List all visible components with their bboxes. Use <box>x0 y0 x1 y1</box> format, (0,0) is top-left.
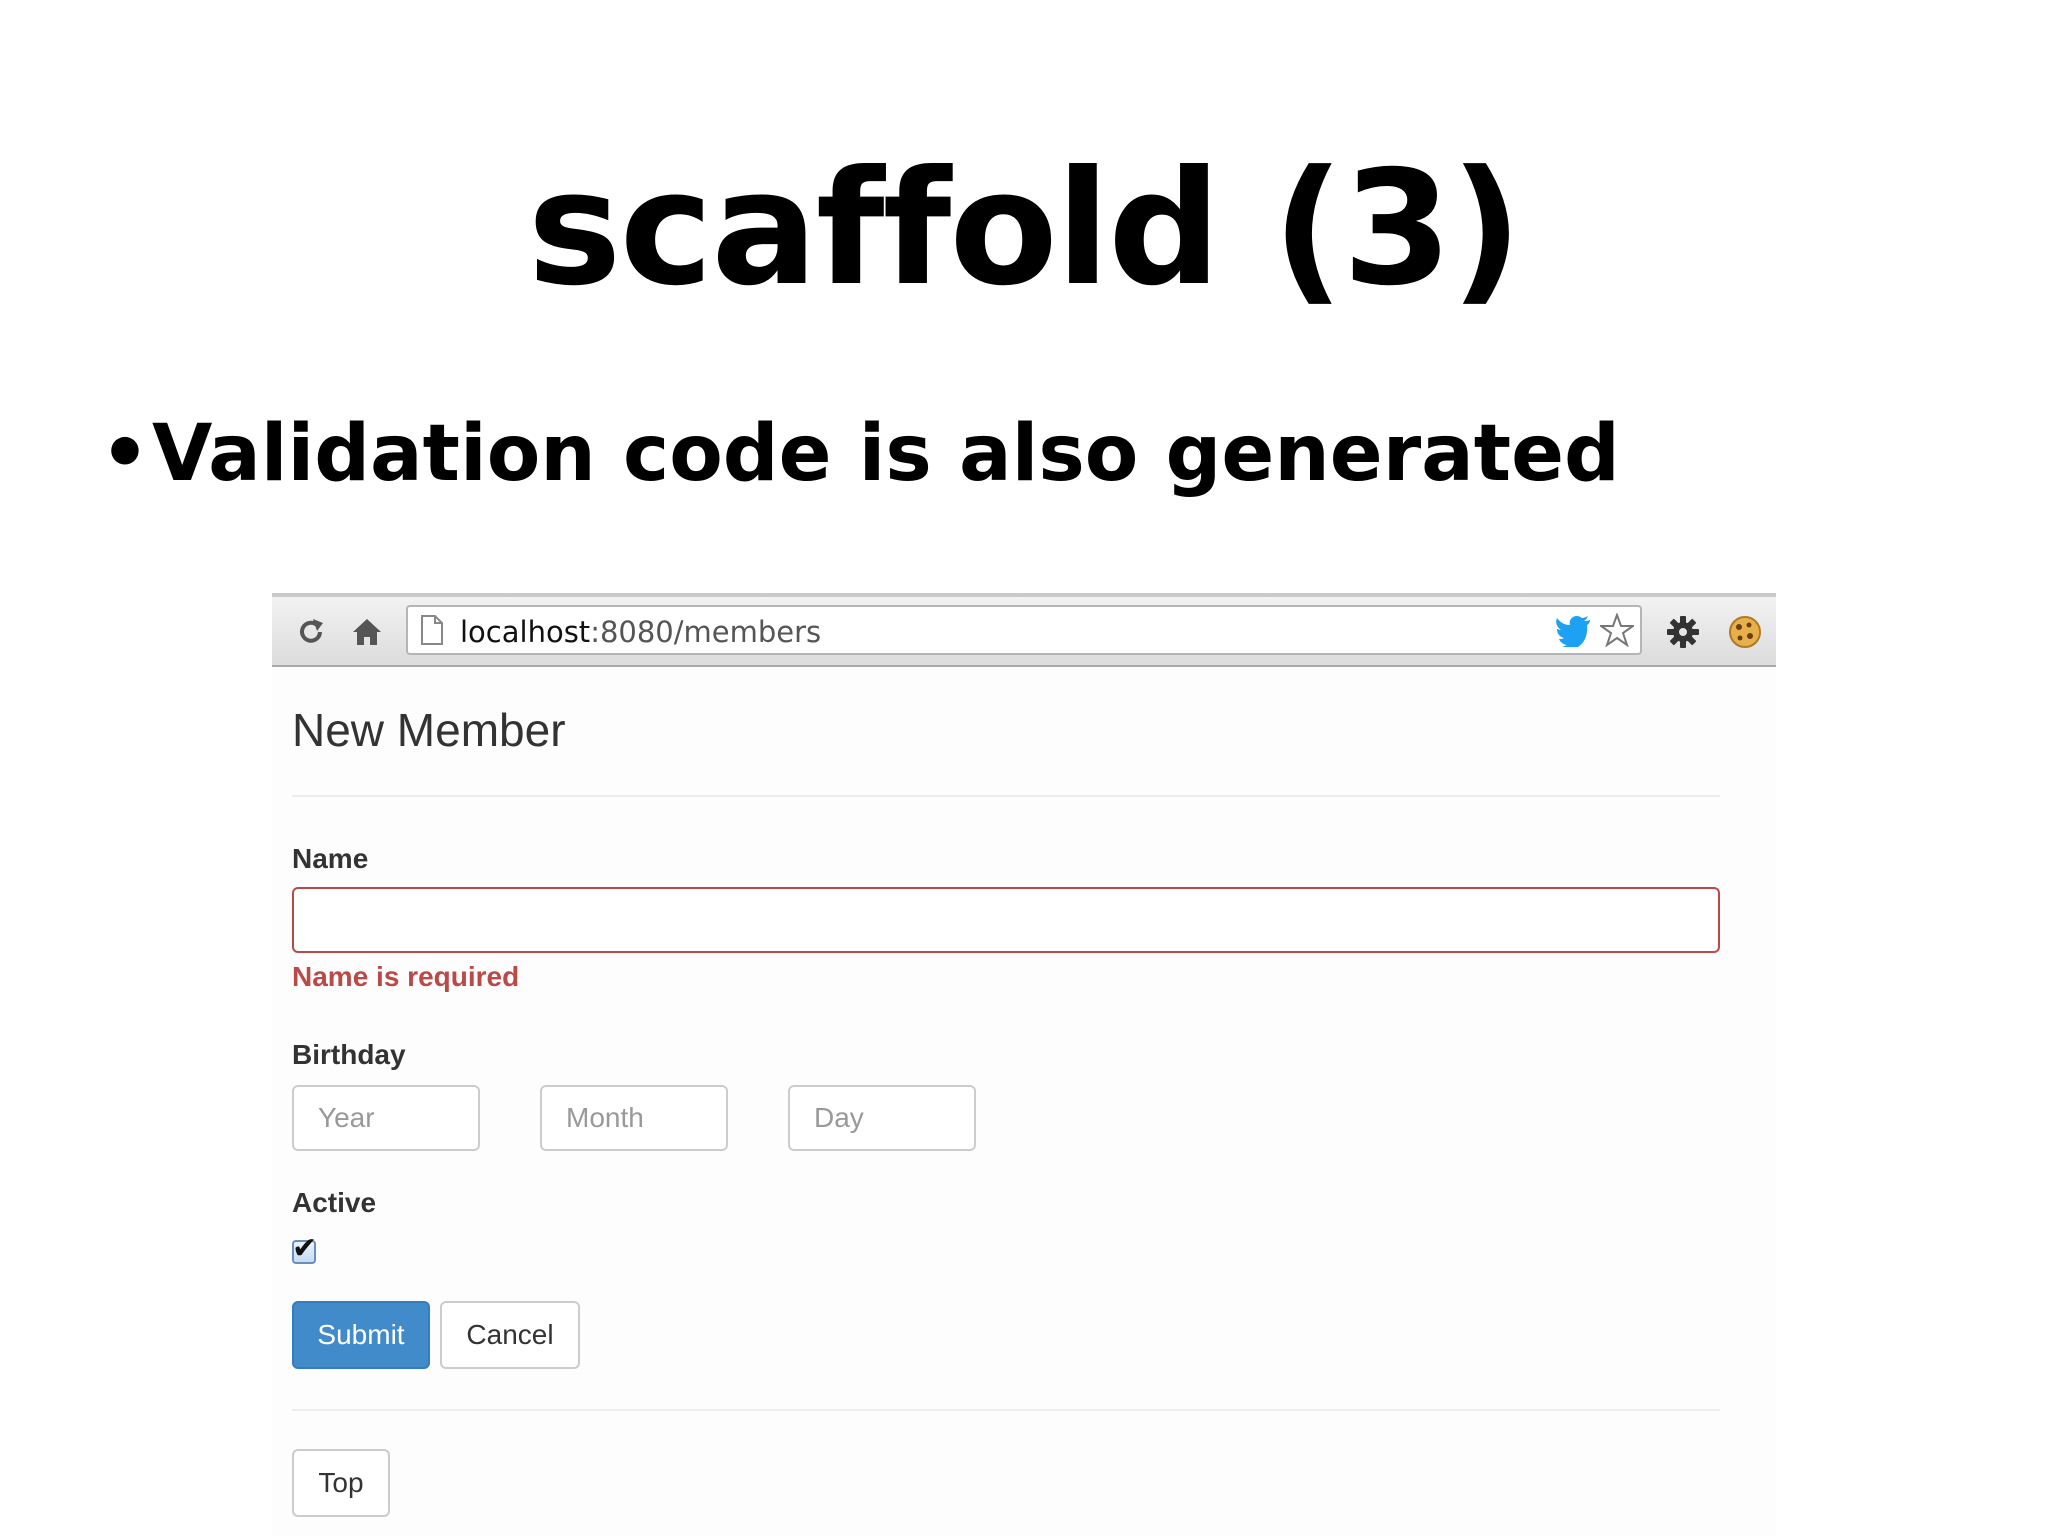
home-icon[interactable] <box>350 615 384 649</box>
checkmark-icon: ✔ <box>292 1232 318 1265</box>
name-label: Name <box>292 843 369 874</box>
twitter-icon[interactable] <box>1556 615 1592 647</box>
page-icon <box>421 615 443 645</box>
cancel-button[interactable]: Cancel <box>440 1301 580 1369</box>
url-text: localhost:8080/members <box>460 615 821 649</box>
browser-window: localhost:8080/members New Member Name N… <box>272 593 1776 1536</box>
birthday-label: Birthday <box>292 1039 406 1070</box>
heading-divider <box>292 795 1720 797</box>
url-host: localhost <box>460 615 591 649</box>
slide-bullet: •Validation code is also generated <box>100 415 1620 493</box>
top-button[interactable]: Top <box>292 1449 390 1517</box>
active-label: Active <box>292 1187 377 1218</box>
cookie-icon[interactable] <box>1728 615 1762 649</box>
day-input[interactable] <box>788 1085 976 1151</box>
slide-title: scaffold (3) <box>527 137 1523 321</box>
browser-toolbar: localhost:8080/members <box>272 593 1776 667</box>
month-input[interactable] <box>540 1085 728 1151</box>
year-input[interactable] <box>292 1085 480 1151</box>
submit-button[interactable]: Submit <box>292 1301 430 1369</box>
bullet-text: Validation code is also generated <box>152 409 1620 499</box>
gear-icon[interactable] <box>1666 615 1700 649</box>
reload-icon[interactable] <box>294 615 328 649</box>
active-checkbox[interactable]: ✔ <box>292 1234 317 1264</box>
url-path: :8080/members <box>590 615 822 649</box>
footer-divider <box>292 1409 1720 1411</box>
bullet-symbol: • <box>100 409 150 499</box>
page-title: New Member <box>292 704 566 756</box>
name-error-message: Name is required <box>292 961 520 992</box>
name-input[interactable] <box>292 887 1720 953</box>
address-bar[interactable]: localhost:8080/members <box>406 605 1642 655</box>
star-icon[interactable] <box>1600 613 1634 647</box>
